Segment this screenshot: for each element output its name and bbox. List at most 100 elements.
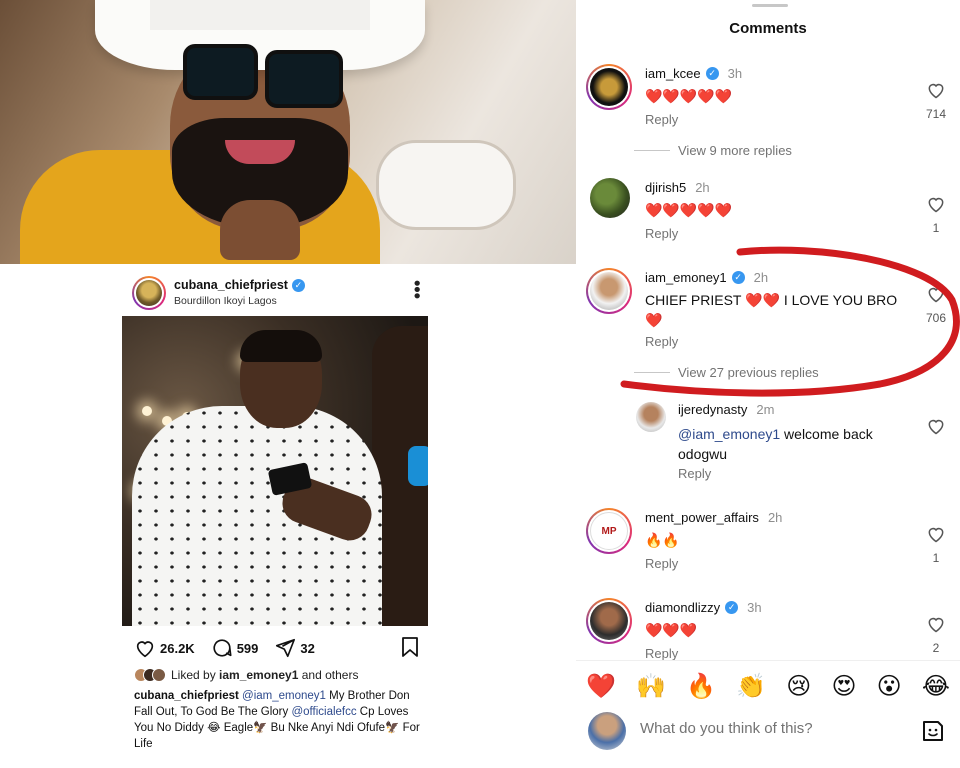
bookmark-icon — [402, 637, 418, 657]
comment-time: 2m — [756, 402, 775, 417]
emoji-laughing[interactable]: 😂 — [922, 672, 950, 701]
comment-text: CHIEF PRIEST ❤️❤️ I LOVE YOU BRO ❤️ — [645, 292, 898, 328]
caption-mention[interactable]: @iam_emoney1 — [242, 690, 326, 702]
comment-action[interactable]: 599 — [211, 637, 259, 659]
liked-by-text: Liked by iam_emoney1 and others — [171, 668, 359, 682]
share-action[interactable]: 32 — [274, 637, 315, 659]
reply-button[interactable]: Reply — [645, 334, 678, 349]
comment-time: 3h — [727, 66, 743, 81]
emoji-heart-eyes[interactable]: 😍 — [831, 672, 856, 701]
comment-text: ❤️❤️❤️ — [645, 622, 698, 638]
comment-username[interactable]: djirish5 — [645, 180, 686, 195]
liked-by[interactable]: Liked by iam_emoney1 and others — [134, 668, 358, 682]
comment-like-count: 2 — [932, 641, 940, 655]
post-photo[interactable] — [122, 316, 428, 626]
comment-username[interactable]: diamondlizzy — [645, 600, 720, 615]
comment-like[interactable]: 714 — [916, 80, 956, 121]
sticker-icon[interactable] — [920, 718, 946, 744]
heart-icon — [928, 287, 944, 303]
reply-button[interactable]: Reply — [645, 112, 678, 127]
caption-username[interactable]: cubana_chiefpriest — [134, 690, 239, 702]
post-location[interactable]: Bourdillon Ikoyi Lagos — [174, 295, 277, 307]
share-count: 32 — [300, 640, 315, 656]
comment-like[interactable]: 2 — [916, 614, 956, 655]
comment-item: iam_emoney1 ✓ 2h CHIEF PRIEST ❤️❤️ I LOVE … — [586, 268, 956, 358]
comment-avatar[interactable] — [636, 402, 666, 432]
comment-input[interactable]: What do you think of this? — [640, 720, 813, 737]
comments-panel: Comments iam_kcee ✓ 3h ❤️❤️❤️❤️❤️ Reply 71… — [576, 0, 960, 768]
verified-icon: ✓ — [705, 67, 719, 80]
comment-item: MP ment_power_affairs 2h 🔥🔥 Reply 1 — [586, 508, 956, 578]
comment-avatar[interactable] — [590, 178, 630, 218]
comment-username[interactable]: ijeredynasty — [678, 402, 747, 417]
heart-icon — [136, 641, 154, 658]
drag-handle[interactable] — [752, 4, 788, 7]
comment-like-count: 1 — [932, 551, 940, 565]
top-photo — [0, 0, 576, 264]
reply-button[interactable]: Reply — [645, 556, 678, 571]
hair — [240, 330, 322, 362]
reply-button[interactable]: Reply — [645, 226, 678, 241]
emoji-crying[interactable]: 😢 — [786, 672, 811, 701]
current-user-avatar — [588, 712, 626, 750]
blue-object — [408, 446, 428, 486]
sunglasses-right — [265, 50, 343, 108]
post-avatar[interactable] — [132, 276, 166, 310]
emoji-heart[interactable]: ❤️ — [586, 672, 616, 701]
emoji-clap[interactable]: 👏 — [736, 672, 766, 701]
comment-input-row: What do you think of this? — [576, 708, 960, 758]
comment-avatar[interactable]: MP — [586, 508, 632, 554]
verified-icon: ✓ — [291, 278, 305, 292]
comment-like-count: 1 — [932, 221, 940, 235]
comment-time: 2h — [767, 510, 783, 525]
heart-icon — [928, 197, 944, 213]
comment-text: ❤️❤️❤️❤️❤️ — [645, 88, 733, 104]
reply-button[interactable]: Reply — [645, 646, 678, 660]
like-count: 26.2K — [160, 640, 195, 656]
emoji-quick-bar: ❤️ 🙌 🔥 👏 😢 😍 😮 😂 — [576, 660, 960, 712]
reply-mention[interactable]: @iam_emoney1 — [678, 426, 780, 442]
heart-icon — [928, 83, 944, 99]
emoji-surprised[interactable]: 😮 — [877, 672, 902, 701]
emoji-fire[interactable]: 🔥 — [686, 672, 716, 701]
bookmark-button[interactable] — [400, 636, 420, 663]
comment-time: 3h — [747, 600, 762, 615]
emoji-raised-hands[interactable]: 🙌 — [636, 672, 666, 701]
comment-like[interactable]: 1 — [916, 194, 956, 235]
comment-text: @iam_emoney1 welcome back odogwu — [678, 426, 873, 462]
post-username-text[interactable]: cubana_chiefpriest — [174, 278, 288, 292]
comment-avatar[interactable] — [586, 598, 632, 644]
view-more-replies[interactable]: View 9 more replies — [634, 143, 792, 158]
view-previous-replies[interactable]: View 27 previous replies — [634, 365, 819, 380]
comment-item: diamondlizzy ✓ 3h ❤️❤️❤️ Reply 2 — [586, 598, 956, 660]
verified-icon: ✓ — [731, 271, 745, 284]
hat-crown — [150, 0, 370, 30]
comment-avatar[interactable] — [586, 64, 632, 110]
instagram-post: cubana_chiefpriest ✓ Bourdillon Ikoyi La… — [0, 264, 576, 768]
reply-button[interactable]: Reply — [678, 466, 711, 481]
comment-like[interactable]: 706 — [916, 284, 956, 325]
reply-item: ijeredynasty 2m @iam_emoney1 welcome back… — [636, 402, 956, 486]
hand — [220, 200, 300, 260]
comment-username[interactable]: iam_kcee — [645, 66, 701, 81]
comment-icon — [213, 639, 232, 657]
post-header: cubana_chiefpriest ✓ Bourdillon Ikoyi La… — [132, 276, 428, 312]
post-actions: 26.2K 599 32 — [134, 636, 420, 660]
sunglasses-left — [183, 44, 258, 100]
comment-like[interactable] — [916, 416, 956, 441]
caption-mention[interactable]: @officialefcc — [291, 706, 356, 718]
heart-icon — [928, 617, 944, 633]
like-action[interactable]: 26.2K — [134, 637, 195, 659]
comment-avatar[interactable] — [586, 268, 632, 314]
comment-like[interactable]: 1 — [916, 524, 956, 565]
comment-username[interactable]: iam_emoney1 — [645, 270, 727, 285]
more-options-icon[interactable]: ••• — [407, 280, 427, 299]
comment-time: 2h — [695, 180, 710, 195]
comment-text: 🔥🔥 — [645, 532, 680, 548]
comment-username[interactable]: ment_power_affairs — [645, 510, 759, 525]
verified-icon: ✓ — [725, 601, 739, 614]
post-username[interactable]: cubana_chiefpriest ✓ — [174, 278, 305, 292]
comment-time: 2h — [753, 270, 769, 285]
comment-count: 599 — [236, 640, 259, 656]
airplane-window — [376, 140, 516, 230]
